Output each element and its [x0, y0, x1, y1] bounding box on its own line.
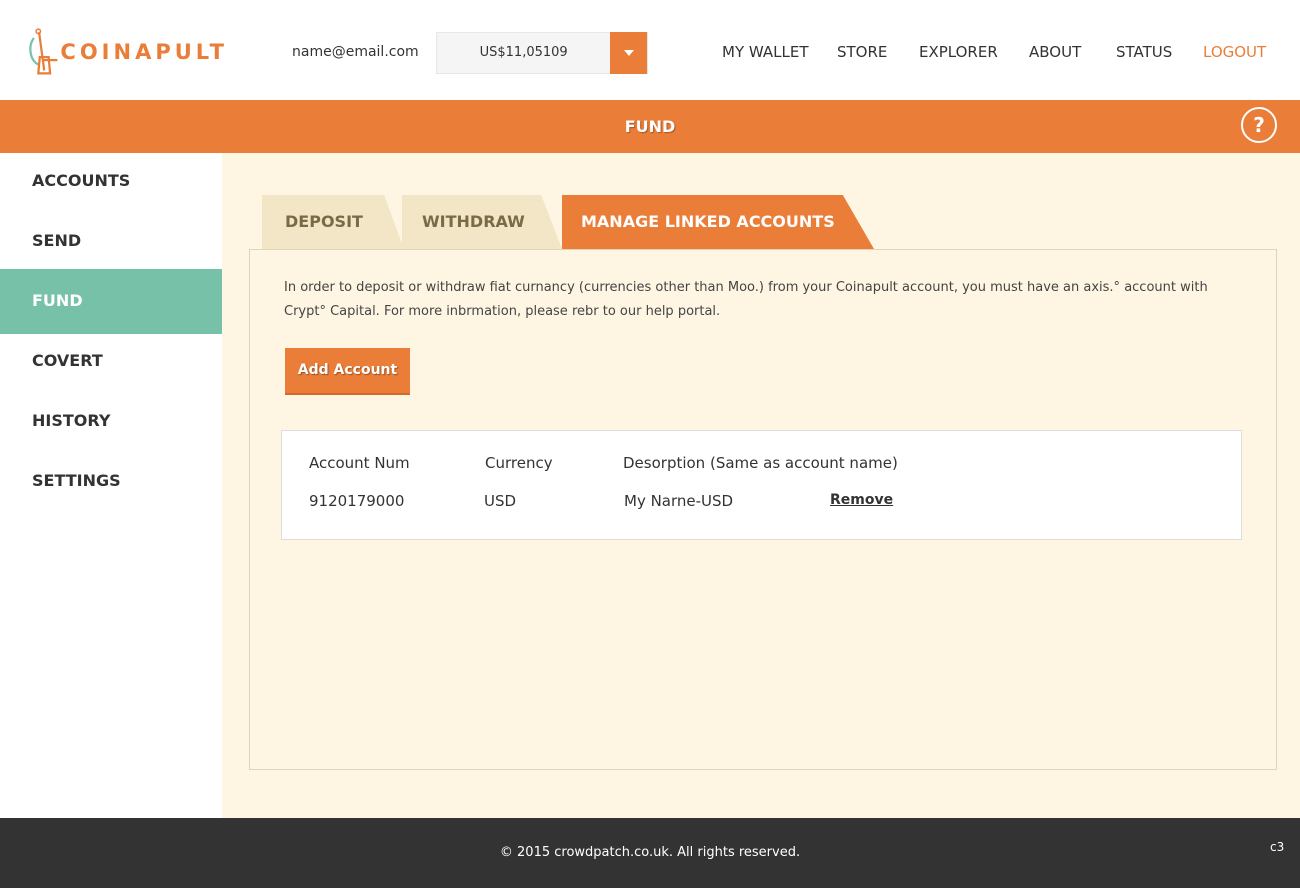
sidebar-item-send[interactable]: SEND — [0, 213, 222, 277]
add-account-button[interactable]: Add Account — [285, 348, 410, 395]
nav-logout[interactable]: LOGOUT — [1203, 43, 1266, 61]
nav-my-wallet[interactable]: MY WALLET — [722, 43, 809, 61]
footer-code: c3 — [1270, 840, 1285, 854]
sidebar-item-covert[interactable]: COVERT — [0, 333, 222, 397]
column-header-account-num: Account Num — [309, 454, 410, 472]
cell-description: My Narne-USD — [624, 492, 734, 510]
caret-down-icon[interactable] — [610, 32, 647, 74]
cell-account-num: 9120179000 — [309, 492, 405, 510]
sidebar-item-settings[interactable]: SETTINGS — [0, 453, 222, 517]
nav-store[interactable]: STORE — [837, 43, 887, 61]
sidebar-item-accounts[interactable]: ACCOUNTS — [0, 153, 222, 217]
sidebar-item-history[interactable]: HISTORY — [0, 393, 222, 457]
nav-about[interactable]: ABOUT — [1029, 43, 1081, 61]
footer-copyright: © 2015 crowdpatch.co.uk. All rights rese… — [499, 845, 801, 860]
remove-account-link[interactable]: Remove — [830, 492, 893, 508]
user-email: name@email.com — [292, 44, 419, 60]
page-title: FUND — [624, 117, 676, 136]
linked-accounts-table — [281, 430, 1242, 540]
column-header-currency: Currency — [485, 454, 553, 472]
footer: © 2015 crowdpatch.co.uk. All rights rese… — [0, 818, 1300, 888]
nav-explorer[interactable]: EXPLORER — [919, 43, 998, 61]
catapult-logo-icon — [29, 28, 58, 75]
cell-currency: USD — [484, 492, 517, 510]
header: COINAPULT name@email.com US$11,05109 MY … — [0, 0, 1300, 100]
page-title-bar: FUND — [0, 100, 1300, 153]
info-text: In order to deposit or withdraw fiat cur… — [284, 280, 1208, 319]
sidebar-item-fund[interactable]: FUND — [0, 269, 222, 334]
tab-withdraw[interactable]: WITHDRAW — [402, 195, 562, 249]
tab-manage-linked-accounts[interactable]: MANAGE LINKED ACCOUNTS — [562, 195, 874, 249]
tab-deposit[interactable]: DEPOSIT — [262, 195, 404, 249]
sidebar: ACCOUNTS SEND FUND COVERT HISTORY SETTIN… — [0, 153, 222, 818]
logo[interactable]: COINAPULT — [28, 18, 228, 86]
balance-selector[interactable]: US$11,05109 — [436, 32, 648, 74]
balance-value: US$11,05109 — [479, 45, 568, 60]
column-header-description: Desorption (Same as account name) — [623, 454, 898, 472]
logo-text: COINAPULT — [60, 40, 228, 64]
help-icon[interactable]: ? — [1241, 107, 1277, 143]
nav-status[interactable]: STATUS — [1116, 43, 1172, 61]
